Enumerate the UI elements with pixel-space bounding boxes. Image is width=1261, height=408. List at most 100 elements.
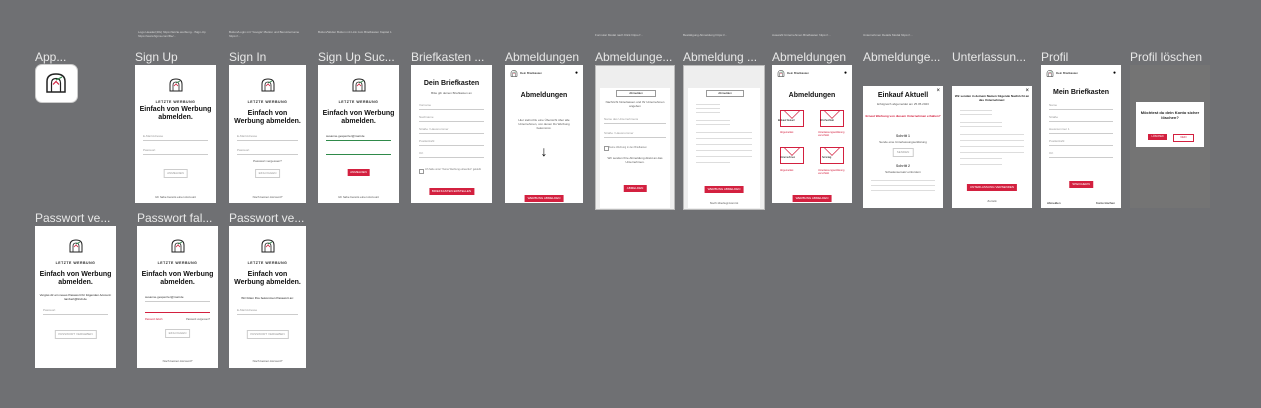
set-password-button[interactable]: PASSWORT VERGEBEN bbox=[246, 330, 289, 339]
frame-label-abmeldungen1: Abmeldungen bbox=[505, 50, 580, 64]
page-title: Dein Briefkasten bbox=[423, 80, 480, 87]
signup-button[interactable]: ANMELDEN bbox=[163, 169, 188, 178]
user-icon[interactable]: ● bbox=[575, 70, 578, 76]
info-text: Wir senden Ihre Abmeldung direkt an das … bbox=[607, 156, 663, 164]
email-field[interactable]: susanne.gesperrter@mail.de bbox=[326, 134, 391, 141]
cancel-button[interactable]: NEIN bbox=[1173, 134, 1194, 142]
brand-name: LETZTE WERBUNG bbox=[55, 261, 96, 265]
frame-abmeldungen-empty: Dein Briefkasten ● Abmeldungen Hier sieh… bbox=[505, 65, 583, 203]
confirm-question: Möchtest du dein Konto sicher löschen? bbox=[1140, 110, 1200, 120]
back-link[interactable]: Zurück bbox=[954, 199, 1030, 203]
mailbox-logo-icon bbox=[171, 239, 184, 253]
back-link[interactable]: Noch überlegt kommt bbox=[690, 201, 758, 205]
city-field[interactable]: Ort bbox=[419, 151, 484, 158]
send-unterlassung-button[interactable]: UNTERLASSUNG VERSENDEN bbox=[966, 184, 1018, 191]
housenumber-field[interactable]: Hausnummer 1 bbox=[1049, 127, 1113, 134]
annotation-note: Button/Weiter Button mit Link zum Briefk… bbox=[318, 30, 392, 34]
confirm-delete-button[interactable]: LÖSCHEN bbox=[1148, 134, 1167, 140]
login-link[interactable]: Ich habe bereits einen Account bbox=[137, 195, 214, 199]
create-mailbox-button[interactable]: BRIEFKASTEN ERSTELLEN bbox=[428, 188, 475, 195]
frame-label-pwfalsch: Passwort fal... bbox=[137, 211, 213, 225]
header-title: Dein Briefkasten bbox=[520, 71, 543, 75]
zip-field[interactable]: Postleitzahl bbox=[1049, 139, 1113, 146]
frame-label-unterlassung: Unterlassun... bbox=[952, 50, 1027, 64]
save-button[interactable]: SPEICHERN bbox=[1069, 181, 1093, 188]
annotation-note: Unternehmen Details Modal https://... bbox=[863, 33, 913, 37]
company-name: Einkauf Aktuell bbox=[778, 119, 795, 122]
annotation-note: Button/Login mit "Google"-Button und Ben… bbox=[229, 30, 300, 38]
password-field[interactable]: Passwort bbox=[237, 148, 298, 155]
no-ads-label: Keine Werbung in den Briefkasten bbox=[609, 146, 647, 149]
password-field[interactable]: Passwort bbox=[43, 308, 108, 315]
unsubscribe-button[interactable]: WERBUNG ABMELDEN bbox=[792, 195, 832, 202]
info-text: Wir bitten Ihre bekommen Passwort an: bbox=[241, 296, 294, 300]
email-field[interactable]: E-Mail Adresse bbox=[237, 308, 298, 315]
zip-field[interactable]: Postleitzahl bbox=[419, 139, 484, 146]
name-field[interactable]: Name bbox=[1049, 103, 1113, 110]
question-text: Erneut Werbung von diesem Unternehmen er… bbox=[865, 114, 941, 118]
city-field[interactable]: Ort bbox=[1049, 151, 1113, 158]
brand-name: LETZTE WERBUNG bbox=[338, 100, 379, 104]
signup-link[interactable]: Noch keinen Account? bbox=[139, 359, 216, 363]
password-field[interactable] bbox=[326, 148, 391, 155]
mailbox-logo-icon bbox=[777, 70, 785, 77]
street-field[interactable]: Straße / Hausnummer bbox=[419, 127, 484, 134]
email-field[interactable]: E-Mail Adresse bbox=[143, 134, 208, 141]
user-icon[interactable]: ● bbox=[1113, 70, 1116, 76]
frame-signin: LETZTE WERBUNG Einfach von Werbung abmel… bbox=[229, 65, 306, 203]
delete-account-link[interactable]: Konto löschen bbox=[1096, 201, 1115, 205]
status-badge: Unterlassungserklärung verschickt bbox=[818, 169, 845, 175]
password-field[interactable]: Passwort bbox=[143, 148, 208, 155]
user-icon[interactable]: ● bbox=[844, 70, 847, 76]
unsubscribe-button[interactable]: WERBUNG ABMELDEN bbox=[704, 186, 744, 193]
mailbox-logo-icon bbox=[46, 73, 66, 93]
confirm-dialog: Möchtest du dein Konto sicher löschen? L… bbox=[1136, 102, 1204, 147]
mailbox-logo-icon bbox=[261, 239, 274, 253]
status-badge: Unterlassungserklärung verschickt bbox=[818, 131, 845, 137]
frame-label-signupsuccess: Sign Up Suc... bbox=[318, 50, 395, 64]
frame-profil: Dein Briefkasten ● Mein Briefkasten Name… bbox=[1041, 65, 1121, 208]
email-field[interactable]: E-Mail Adresse bbox=[237, 134, 298, 141]
frame-label-briefkasten: Briefkasten ... bbox=[411, 50, 485, 64]
frame-label-app: App... bbox=[35, 50, 67, 64]
forgot-password-link[interactable]: Passwort vergessen? bbox=[186, 318, 210, 321]
sticker-checkbox-label: Ich habe unter "Keine Werbung einwerfen"… bbox=[425, 168, 481, 171]
annotation-note: Auswahl Unternehmen Briefkasten https://… bbox=[772, 33, 831, 37]
signup-button[interactable]: ANMELDEN bbox=[347, 169, 370, 176]
forgot-password-link[interactable]: Passwort vergessen? bbox=[231, 159, 304, 163]
signup-link[interactable]: Noch keinen Account? bbox=[231, 195, 304, 199]
unterlassung-title: Wir senden in deinem Namen folgende Nach… bbox=[954, 94, 1030, 102]
brand-name: LETZTE WERBUNG bbox=[157, 261, 198, 265]
login-button[interactable]: EINLOGGEN bbox=[164, 329, 191, 338]
login-button[interactable]: EINLOGGEN bbox=[254, 169, 281, 178]
logout-link[interactable]: Abmelden bbox=[1047, 201, 1061, 205]
modal-header: Abmelden bbox=[706, 90, 744, 97]
step2-text: Schadensersatz einfordern bbox=[885, 170, 921, 174]
info-text: Vergiss dir ein neues Passwort für folge… bbox=[39, 293, 112, 301]
lastname-field[interactable]: Nachname bbox=[419, 115, 484, 122]
set-password-button[interactable]: PASSWORT VERGEBEN bbox=[54, 330, 97, 339]
signup-link[interactable]: Noch keinen Account? bbox=[231, 359, 304, 363]
mailbox-logo-icon bbox=[169, 78, 182, 92]
brand-name: LETZTE WERBUNG bbox=[155, 100, 196, 104]
sticker-checkbox[interactable] bbox=[419, 169, 424, 174]
brand-name: LETZTE WERBUNG bbox=[247, 261, 288, 265]
company-name: Sonntag bbox=[822, 156, 832, 159]
company-field[interactable]: Name des Unternehmens bbox=[604, 117, 666, 124]
annotation-note: Logo Header(40x) https://letzte.werbung.… bbox=[138, 30, 206, 38]
unsubscribe-button[interactable]: WERBUNG ABMELDEN bbox=[524, 195, 564, 202]
modal-text: Nachricht hinterlassen und Ihr Unternehm… bbox=[605, 100, 665, 108]
firstname-field[interactable]: Vorname bbox=[419, 103, 484, 110]
frame-briefkasten: Dein Briefkasten Bitte gib deinen Briefk… bbox=[411, 65, 492, 203]
app-icon[interactable] bbox=[35, 64, 78, 103]
street-field[interactable]: Straße / Hausnummer bbox=[604, 131, 666, 138]
send-button[interactable]: SENDEN bbox=[892, 148, 914, 157]
submit-abmeldung-button[interactable]: ABMELDEN bbox=[623, 185, 647, 192]
password-field[interactable] bbox=[145, 306, 210, 313]
header-title: Dein Briefkasten bbox=[1056, 71, 1079, 75]
header-title: Dein Briefkasten bbox=[787, 71, 810, 75]
login-link[interactable]: Ich habe bereits einen Account bbox=[320, 195, 397, 199]
frame-label-signup: Sign Up bbox=[135, 50, 178, 64]
street-field[interactable]: Straße bbox=[1049, 115, 1113, 122]
email-field[interactable]: susanne.gesperrter@mail.de bbox=[145, 295, 210, 302]
